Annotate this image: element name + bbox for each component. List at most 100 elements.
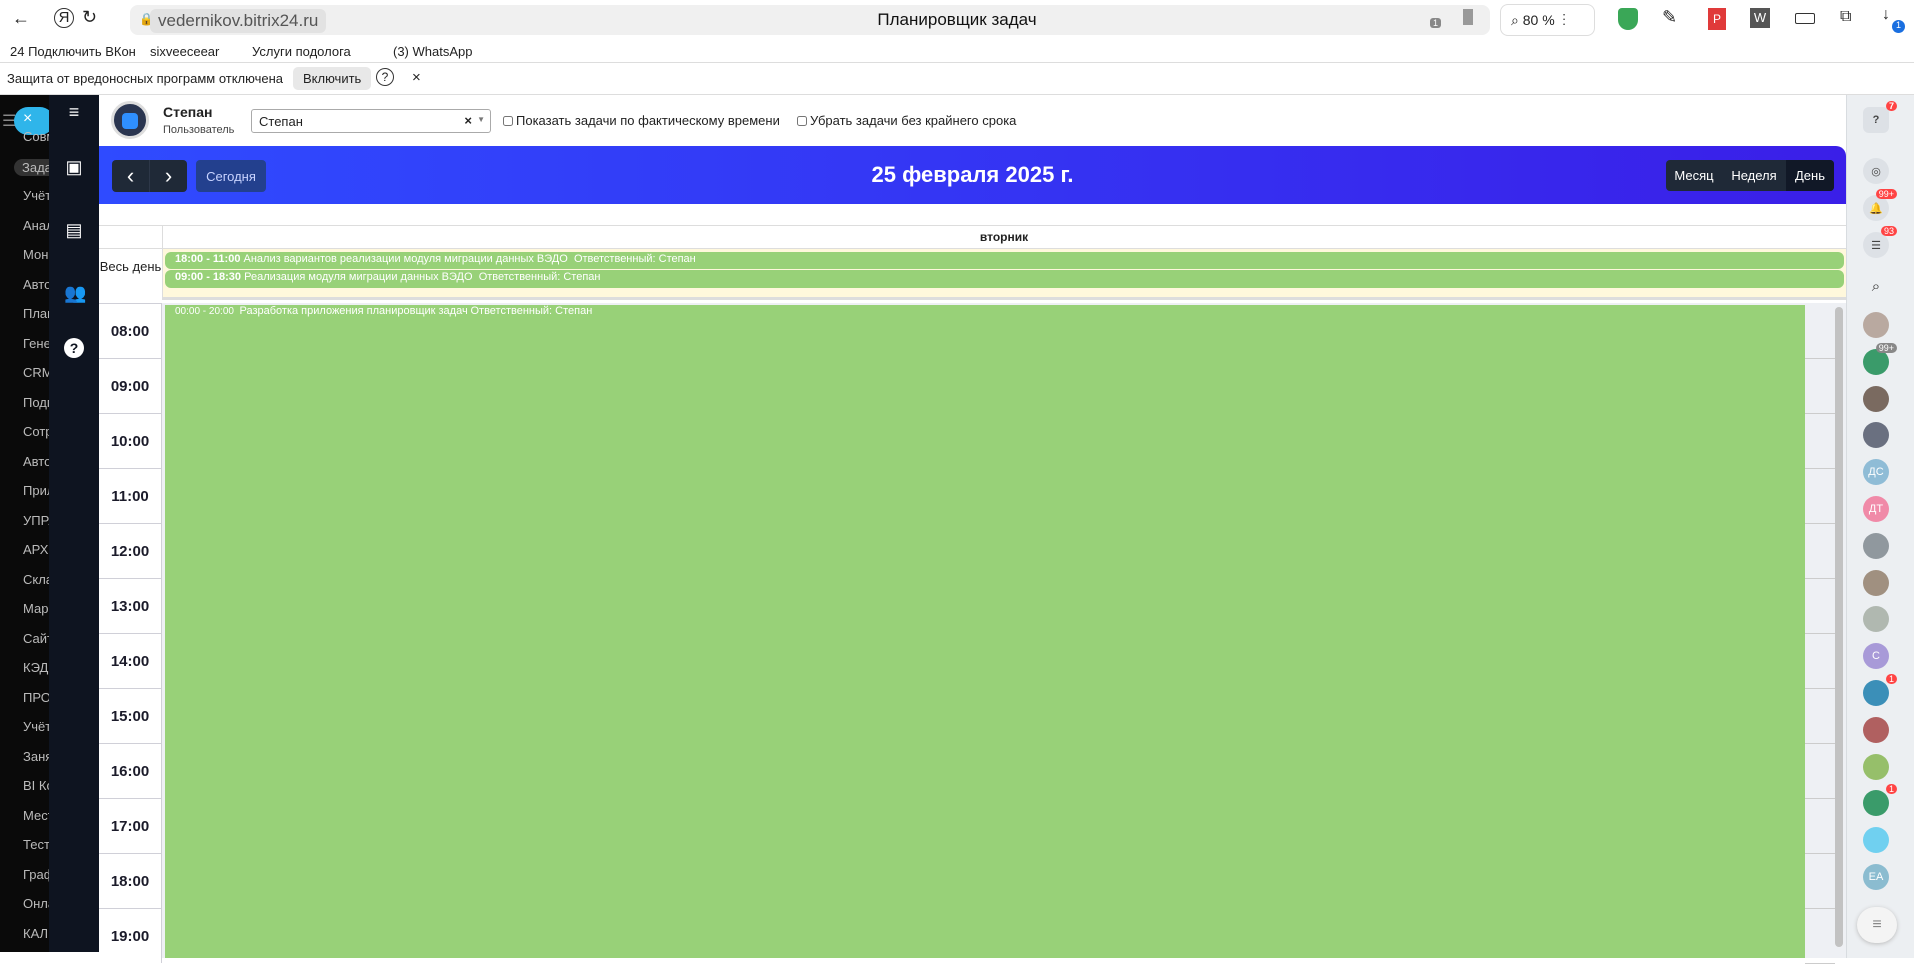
bookmark-item[interactable]: (3) WhatsApp	[393, 44, 472, 59]
menu-item[interactable]: Прил	[23, 483, 49, 498]
menu-item[interactable]: Заня	[23, 749, 49, 764]
zoom-level: 80 %	[1522, 12, 1555, 28]
infobar-text: Защита от вредоносных программ отключена	[7, 71, 284, 86]
hour-label: 15:00	[99, 688, 162, 743]
chat-badge: 93	[1880, 226, 1897, 236]
shield-badge[interactable]: 1	[1430, 18, 1442, 28]
menu-item[interactable]: Гене	[23, 336, 49, 351]
menu-item[interactable]: Подп	[23, 395, 49, 410]
chat-avatar[interactable]: ДС	[1863, 459, 1889, 486]
user-select[interactable]: Степан × ▼	[251, 109, 491, 133]
adguard-icon[interactable]	[1618, 8, 1638, 30]
menu-item[interactable]: Авто	[23, 277, 49, 292]
allday-event[interactable]: 18:00 - 11:00 Анализ вариантов реализаци…	[165, 252, 1844, 269]
chat-avatar[interactable]: 1	[1863, 784, 1897, 817]
timed-event[interactable]: 00:00 - 20:00 Разработка приложения план…	[165, 305, 1805, 958]
pdf-extension-icon[interactable]: P	[1708, 8, 1726, 30]
users-icon[interactable]: 👥	[64, 283, 86, 303]
view-month[interactable]: Месяц	[1666, 160, 1722, 191]
menu-item[interactable]: План	[23, 306, 49, 321]
scrollbar[interactable]	[1835, 307, 1843, 947]
chat-avatar[interactable]: 99+	[1863, 342, 1897, 375]
view-day[interactable]: День	[1786, 160, 1834, 191]
menu-item[interactable]: Учёт	[23, 188, 49, 203]
help-icon[interactable]: ?	[376, 68, 394, 86]
protection-infobar: Защита от вредоносных программ отключена…	[0, 63, 1914, 95]
copilot-icon[interactable]: ◎	[1863, 158, 1889, 184]
actual-time-checkbox[interactable]: Показать задачи по фактическому времени	[503, 113, 780, 128]
battery-icon[interactable]	[1795, 13, 1815, 24]
menu-item[interactable]: КАЛ	[23, 926, 48, 941]
chat-avatar[interactable]	[1863, 827, 1889, 854]
hour-label: 18:00	[99, 853, 162, 908]
close-icon[interactable]: ×	[412, 69, 421, 86]
menu-item[interactable]: BI Ко	[23, 778, 49, 793]
checkbox[interactable]	[797, 115, 807, 126]
chat-avatar[interactable]	[1863, 385, 1889, 412]
bell-icon[interactable]: 🔔 99+	[1863, 189, 1897, 221]
extensions-icon[interactable]: ⧉	[1840, 8, 1851, 26]
menu-item[interactable]: Тест	[23, 837, 49, 852]
download-icon[interactable]: ↓	[1882, 6, 1890, 24]
chat-avatar[interactable]	[1863, 312, 1889, 338]
hour-gridline	[1805, 798, 1835, 799]
search-icon[interactable]: ⌕	[1863, 273, 1889, 299]
menu-item[interactable]: УПРА	[23, 513, 49, 528]
menu-item[interactable]: Скла	[23, 572, 49, 587]
hour-label: 09:00	[99, 358, 162, 413]
avatar-badge: 1	[1885, 784, 1897, 795]
menu-item[interactable]: Граф	[23, 867, 49, 882]
highlighter-icon[interactable]: ✎	[1662, 7, 1677, 28]
help-icon[interactable]: ?	[64, 338, 84, 358]
bookmark-icon[interactable]	[1463, 9, 1473, 25]
chat-icon[interactable]: ☰ 93	[1863, 226, 1897, 258]
menu-item[interactable]: Сотр	[23, 424, 49, 439]
chat-avatar[interactable]: ДТ	[1863, 496, 1889, 522]
hour-gridline	[1805, 633, 1835, 634]
allday-event[interactable]: 09:00 - 18:30 Реализация модуля миграции…	[165, 270, 1844, 288]
chat-avatar[interactable]	[1863, 716, 1889, 743]
menu-item[interactable]: Совм	[23, 129, 49, 144]
clear-icon[interactable]: ×	[464, 113, 472, 128]
checkbox[interactable]	[503, 115, 513, 126]
hamburger-icon[interactable]: ≡	[64, 102, 84, 122]
menu-item[interactable]: КЭД	[23, 660, 48, 675]
menu-item[interactable]: CRM	[23, 365, 49, 380]
no-deadline-checkbox[interactable]: Убрать задачи без крайнего срока	[797, 113, 1016, 128]
chat-avatar[interactable]	[1863, 422, 1889, 449]
help-button[interactable]: ? 7	[1863, 101, 1897, 133]
bookmark-item[interactable]: Услуги подолога	[252, 44, 351, 59]
bookmark-item[interactable]: 24 Подключить ВКон	[10, 44, 136, 59]
w-extension-icon[interactable]: W	[1750, 8, 1770, 28]
list-icon[interactable]: ≡	[1857, 907, 1897, 943]
chat-avatar[interactable]: С	[1863, 643, 1889, 670]
menu-item[interactable]: Анал	[23, 218, 49, 233]
enable-button[interactable]: Включить	[293, 67, 372, 90]
chat-avatar[interactable]	[1863, 532, 1889, 559]
menu-item[interactable]: АРХИ	[23, 542, 49, 557]
chat-avatar[interactable]	[1863, 569, 1889, 596]
bookmark-item[interactable]: sixveeceear	[150, 44, 219, 59]
user-name: Степан	[163, 104, 213, 120]
menu-item[interactable]: Мон	[23, 247, 48, 262]
calendar-icon[interactable]: ▣	[64, 157, 84, 177]
menu-item[interactable]: Сайт	[23, 631, 49, 646]
zoom-control[interactable]: ⌕ 80 % ⋮	[1500, 4, 1595, 36]
menu-item[interactable]: Мест	[23, 808, 49, 823]
chat-avatar[interactable]	[1863, 606, 1889, 633]
menu-item[interactable]: Учёт	[23, 719, 49, 734]
browser-toolbar: ← Я ↻ 🔒 vedernikov.bitrix24.ru Планировщ…	[0, 0, 1914, 40]
menu-item[interactable]: Онла	[23, 896, 49, 911]
clipboard-icon[interactable]: ▤	[64, 220, 84, 240]
chevron-down-icon[interactable]: ▼	[477, 115, 485, 124]
view-week[interactable]: Неделя	[1722, 160, 1786, 191]
menu-item[interactable]: Мар	[23, 601, 48, 616]
menu-item[interactable]: ПРО	[23, 690, 49, 705]
checkbox-label: Показать задачи по фактическому времени	[516, 113, 780, 128]
chat-avatar[interactable]: 1	[1863, 674, 1897, 706]
menu-item[interactable]: Зада	[14, 158, 49, 176]
chat-avatar[interactable]: ЕА	[1863, 864, 1889, 890]
chat-avatar[interactable]	[1863, 753, 1889, 780]
hour-label: 16:00	[99, 743, 162, 798]
menu-item[interactable]: Авто	[23, 454, 49, 469]
